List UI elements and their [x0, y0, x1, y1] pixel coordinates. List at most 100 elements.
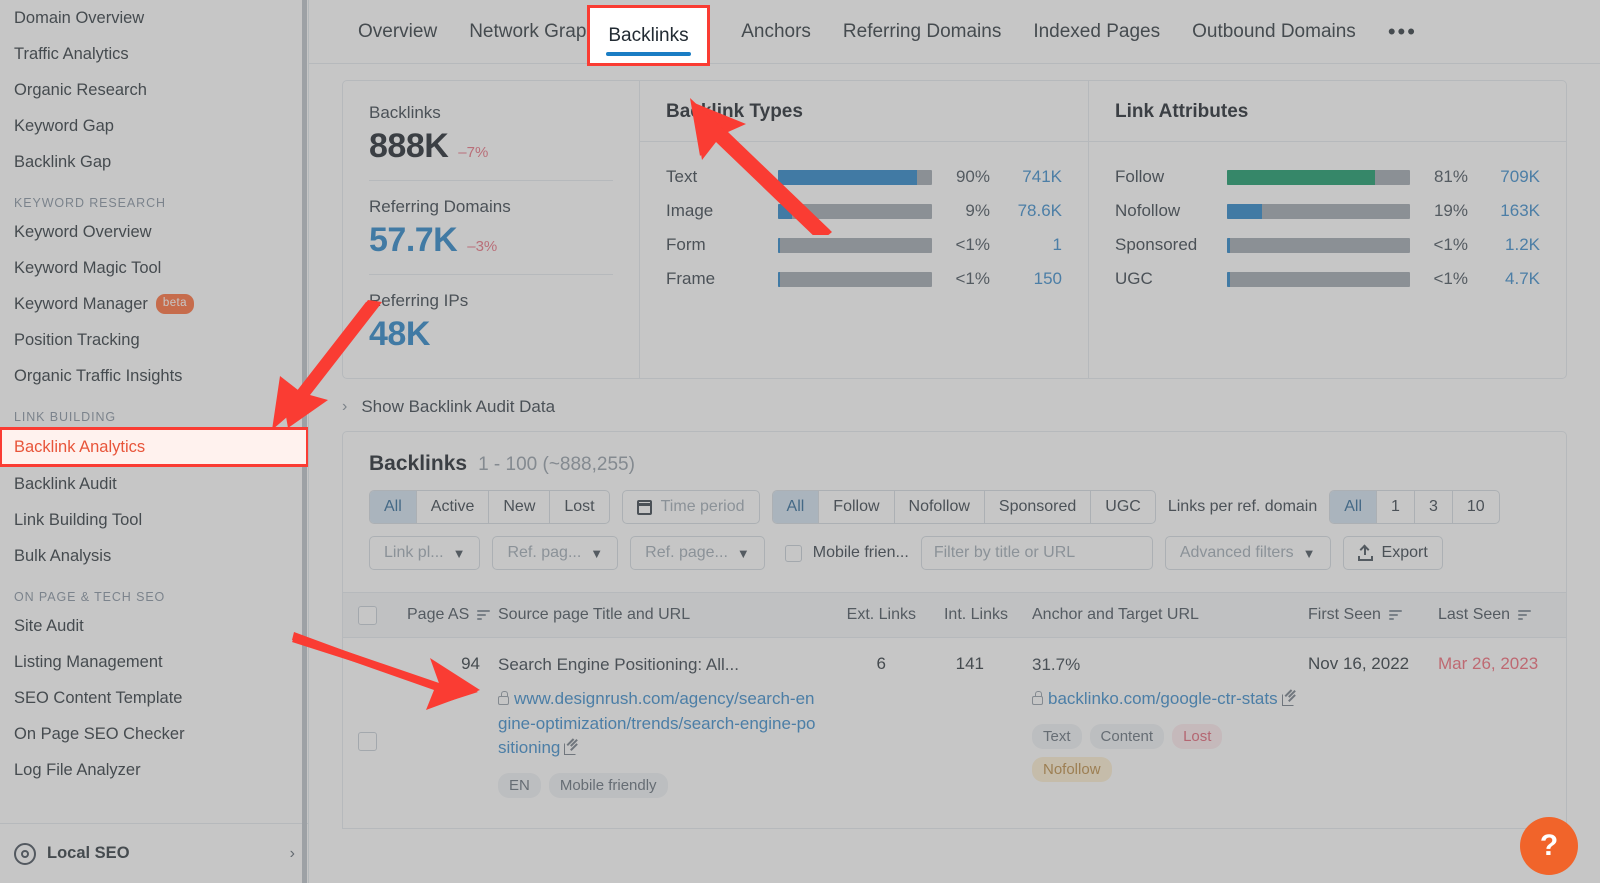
segment-option-all[interactable]: All: [773, 491, 820, 523]
sidebar-item-keyword-overview[interactable]: Keyword Overview: [0, 214, 308, 250]
ref-page-category-dropdown[interactable]: Ref. pag... ▼: [492, 536, 618, 570]
segment-option-lost[interactable]: Lost: [550, 491, 608, 523]
metric-label: Referring IPs: [369, 291, 613, 311]
app-root: Domain OverviewTraffic AnalyticsOrganic …: [0, 0, 1600, 883]
filter-search-box[interactable]: [921, 536, 1153, 570]
help-button[interactable]: ?: [1520, 817, 1578, 875]
sidebar-item-traffic-analytics[interactable]: Traffic Analytics: [0, 36, 308, 72]
segment-option-sponsored[interactable]: Sponsored: [985, 491, 1091, 523]
sidebar-item-on-page-seo-checker[interactable]: On Page SEO Checker: [0, 716, 308, 752]
bar-percent: <1%: [932, 235, 990, 255]
link-placement-dropdown[interactable]: Link pl... ▼: [369, 536, 480, 570]
sort-icon[interactable]: [1518, 610, 1531, 620]
tab-anchors[interactable]: Anchors: [725, 0, 827, 64]
column-header-anchor-target[interactable]: Anchor and Target URL: [1008, 592, 1308, 638]
segment-option-nofollow[interactable]: Nofollow: [895, 491, 985, 523]
status-filter-segment[interactable]: AllActiveNewLost: [369, 490, 610, 524]
bar-label: UGC: [1115, 269, 1227, 289]
ext-links-value: 6: [877, 654, 886, 673]
sidebar-item-seo-content-template[interactable]: SEO Content Template: [0, 680, 308, 716]
external-link-icon[interactable]: [1282, 693, 1295, 706]
column-header-int-links[interactable]: Int. Links: [916, 592, 1008, 638]
ref-page-language-dropdown[interactable]: Ref. page... ▼: [630, 536, 765, 570]
sidebar-item-link-building-tool[interactable]: Link Building Tool: [0, 502, 308, 538]
sidebar-item-site-audit[interactable]: Site Audit: [0, 608, 308, 644]
bar-count[interactable]: 1.2K: [1468, 235, 1540, 255]
segment-option-ugc[interactable]: UGC: [1091, 491, 1155, 523]
row-select-cell[interactable]: [343, 638, 391, 828]
source-tag: EN: [498, 773, 541, 798]
sidebar-item-label: Keyword Magic Tool: [14, 259, 161, 278]
tab-indexed-pages[interactable]: Indexed Pages: [1017, 0, 1176, 64]
target-url-line[interactable]: backlinko.com/google-ctr-stats: [1032, 687, 1308, 712]
metric-value: 57.7K: [369, 221, 457, 260]
time-period-filter[interactable]: Time period: [622, 490, 760, 524]
bar-row-image: Image9%78.6K: [666, 194, 1062, 228]
metric-referring-ips: Referring IPs48K: [369, 274, 613, 354]
row-checkbox[interactable]: [358, 732, 377, 751]
sidebar-item-domain-overview[interactable]: Domain Overview: [0, 0, 308, 36]
select-all-checkbox[interactable]: [358, 606, 377, 625]
tab-outbound-domains[interactable]: Outbound Domains: [1176, 0, 1372, 64]
tab-referring-domains[interactable]: Referring Domains: [827, 0, 1017, 64]
sidebar-item-backlink-audit[interactable]: Backlink Audit: [0, 466, 308, 502]
sidebar-item-keyword-manager[interactable]: Keyword Managerbeta: [0, 286, 308, 322]
bar-count[interactable]: 150: [990, 269, 1062, 289]
sidebar-item-organic-research[interactable]: Organic Research: [0, 72, 308, 108]
export-button[interactable]: Export: [1343, 536, 1443, 570]
segment-option-all[interactable]: All: [370, 491, 417, 523]
segment-option-all[interactable]: All: [1330, 491, 1377, 523]
sidebar-item-backlink-analytics[interactable]: Backlink Analytics: [0, 428, 308, 466]
bar-percent: <1%: [1410, 235, 1468, 255]
sidebar-item-log-file-analyzer[interactable]: Log File Analyzer: [0, 752, 308, 788]
filter-search-input[interactable]: [922, 537, 1153, 569]
mobile-friendly-checkbox-wrap[interactable]: Mobile frien...: [785, 544, 909, 562]
column-label: Source page Title and URL: [498, 606, 690, 624]
bar-count[interactable]: 78.6K: [990, 201, 1062, 221]
metrics-list: Backlinks888K–7%Referring Domains57.7K–3…: [369, 103, 613, 354]
column-header-last-seen[interactable]: Last Seen: [1438, 592, 1558, 638]
segment-option-3[interactable]: 3: [1415, 491, 1453, 523]
sort-icon[interactable]: [477, 610, 490, 620]
mobile-friendly-checkbox[interactable]: [785, 545, 802, 562]
sidebar-item-organic-traffic-insights[interactable]: Organic Traffic Insights: [0, 358, 308, 394]
source-page-url[interactable]: www.designrush.com/agency/search-engine-…: [498, 689, 816, 757]
tab-overview[interactable]: Overview: [342, 0, 453, 64]
target-url[interactable]: backlinko.com/google-ctr-stats: [1048, 689, 1278, 708]
segment-option-10[interactable]: 10: [1453, 491, 1499, 523]
bar-count[interactable]: 163K: [1468, 201, 1540, 221]
sidebar-item-local-seo[interactable]: Local SEO ›: [0, 823, 309, 883]
sidebar-item-position-tracking[interactable]: Position Tracking: [0, 322, 308, 358]
sidebar-item-backlink-gap[interactable]: Backlink Gap: [0, 144, 308, 180]
links-per-ref-domain-segment[interactable]: All1310: [1329, 490, 1499, 524]
bar-track: [778, 238, 932, 253]
bar-track: [778, 170, 932, 185]
bar-count[interactable]: 741K: [990, 167, 1062, 187]
column-header-ext-links[interactable]: Ext. Links: [820, 592, 916, 638]
show-backlink-audit-data-toggle[interactable]: › Show Backlink Audit Data: [342, 397, 1567, 417]
attribute-filter-segment[interactable]: AllFollowNofollowSponsoredUGC: [772, 490, 1156, 524]
bar-track: [1227, 204, 1410, 219]
column-header-source-page[interactable]: Source page Title and URL: [498, 592, 820, 638]
segment-option-new[interactable]: New: [489, 491, 550, 523]
sidebar-item-keyword-gap[interactable]: Keyword Gap: [0, 108, 308, 144]
bar-count[interactable]: 1: [990, 235, 1062, 255]
sidebar-item-keyword-magic-tool[interactable]: Keyword Magic Tool: [0, 250, 308, 286]
source-page-url-line[interactable]: www.designrush.com/agency/search-engine-…: [498, 687, 820, 761]
segment-option-follow[interactable]: Follow: [819, 491, 894, 523]
advanced-filters-dropdown[interactable]: Advanced filters ▼: [1165, 536, 1331, 570]
bar-count[interactable]: 4.7K: [1468, 269, 1540, 289]
tab-more-button[interactable]: •••: [1372, 21, 1433, 43]
sidebar-item-listing-management[interactable]: Listing Management: [0, 644, 308, 680]
sidebar-nav: Domain OverviewTraffic AnalyticsOrganic …: [0, 0, 308, 788]
sort-icon[interactable]: [1389, 610, 1402, 620]
sidebar-item-bulk-analysis[interactable]: Bulk Analysis: [0, 538, 308, 574]
select-all-cell[interactable]: [343, 606, 391, 625]
segment-option-1[interactable]: 1: [1377, 491, 1415, 523]
table-row[interactable]: 94 Search Engine Positioning: All... www…: [343, 638, 1566, 828]
bar-count[interactable]: 709K: [1468, 167, 1540, 187]
column-header-page-as[interactable]: Page AS: [391, 592, 498, 638]
column-header-first-seen[interactable]: First Seen: [1308, 592, 1438, 638]
segment-option-active[interactable]: Active: [417, 491, 490, 523]
external-link-icon[interactable]: [564, 742, 577, 755]
